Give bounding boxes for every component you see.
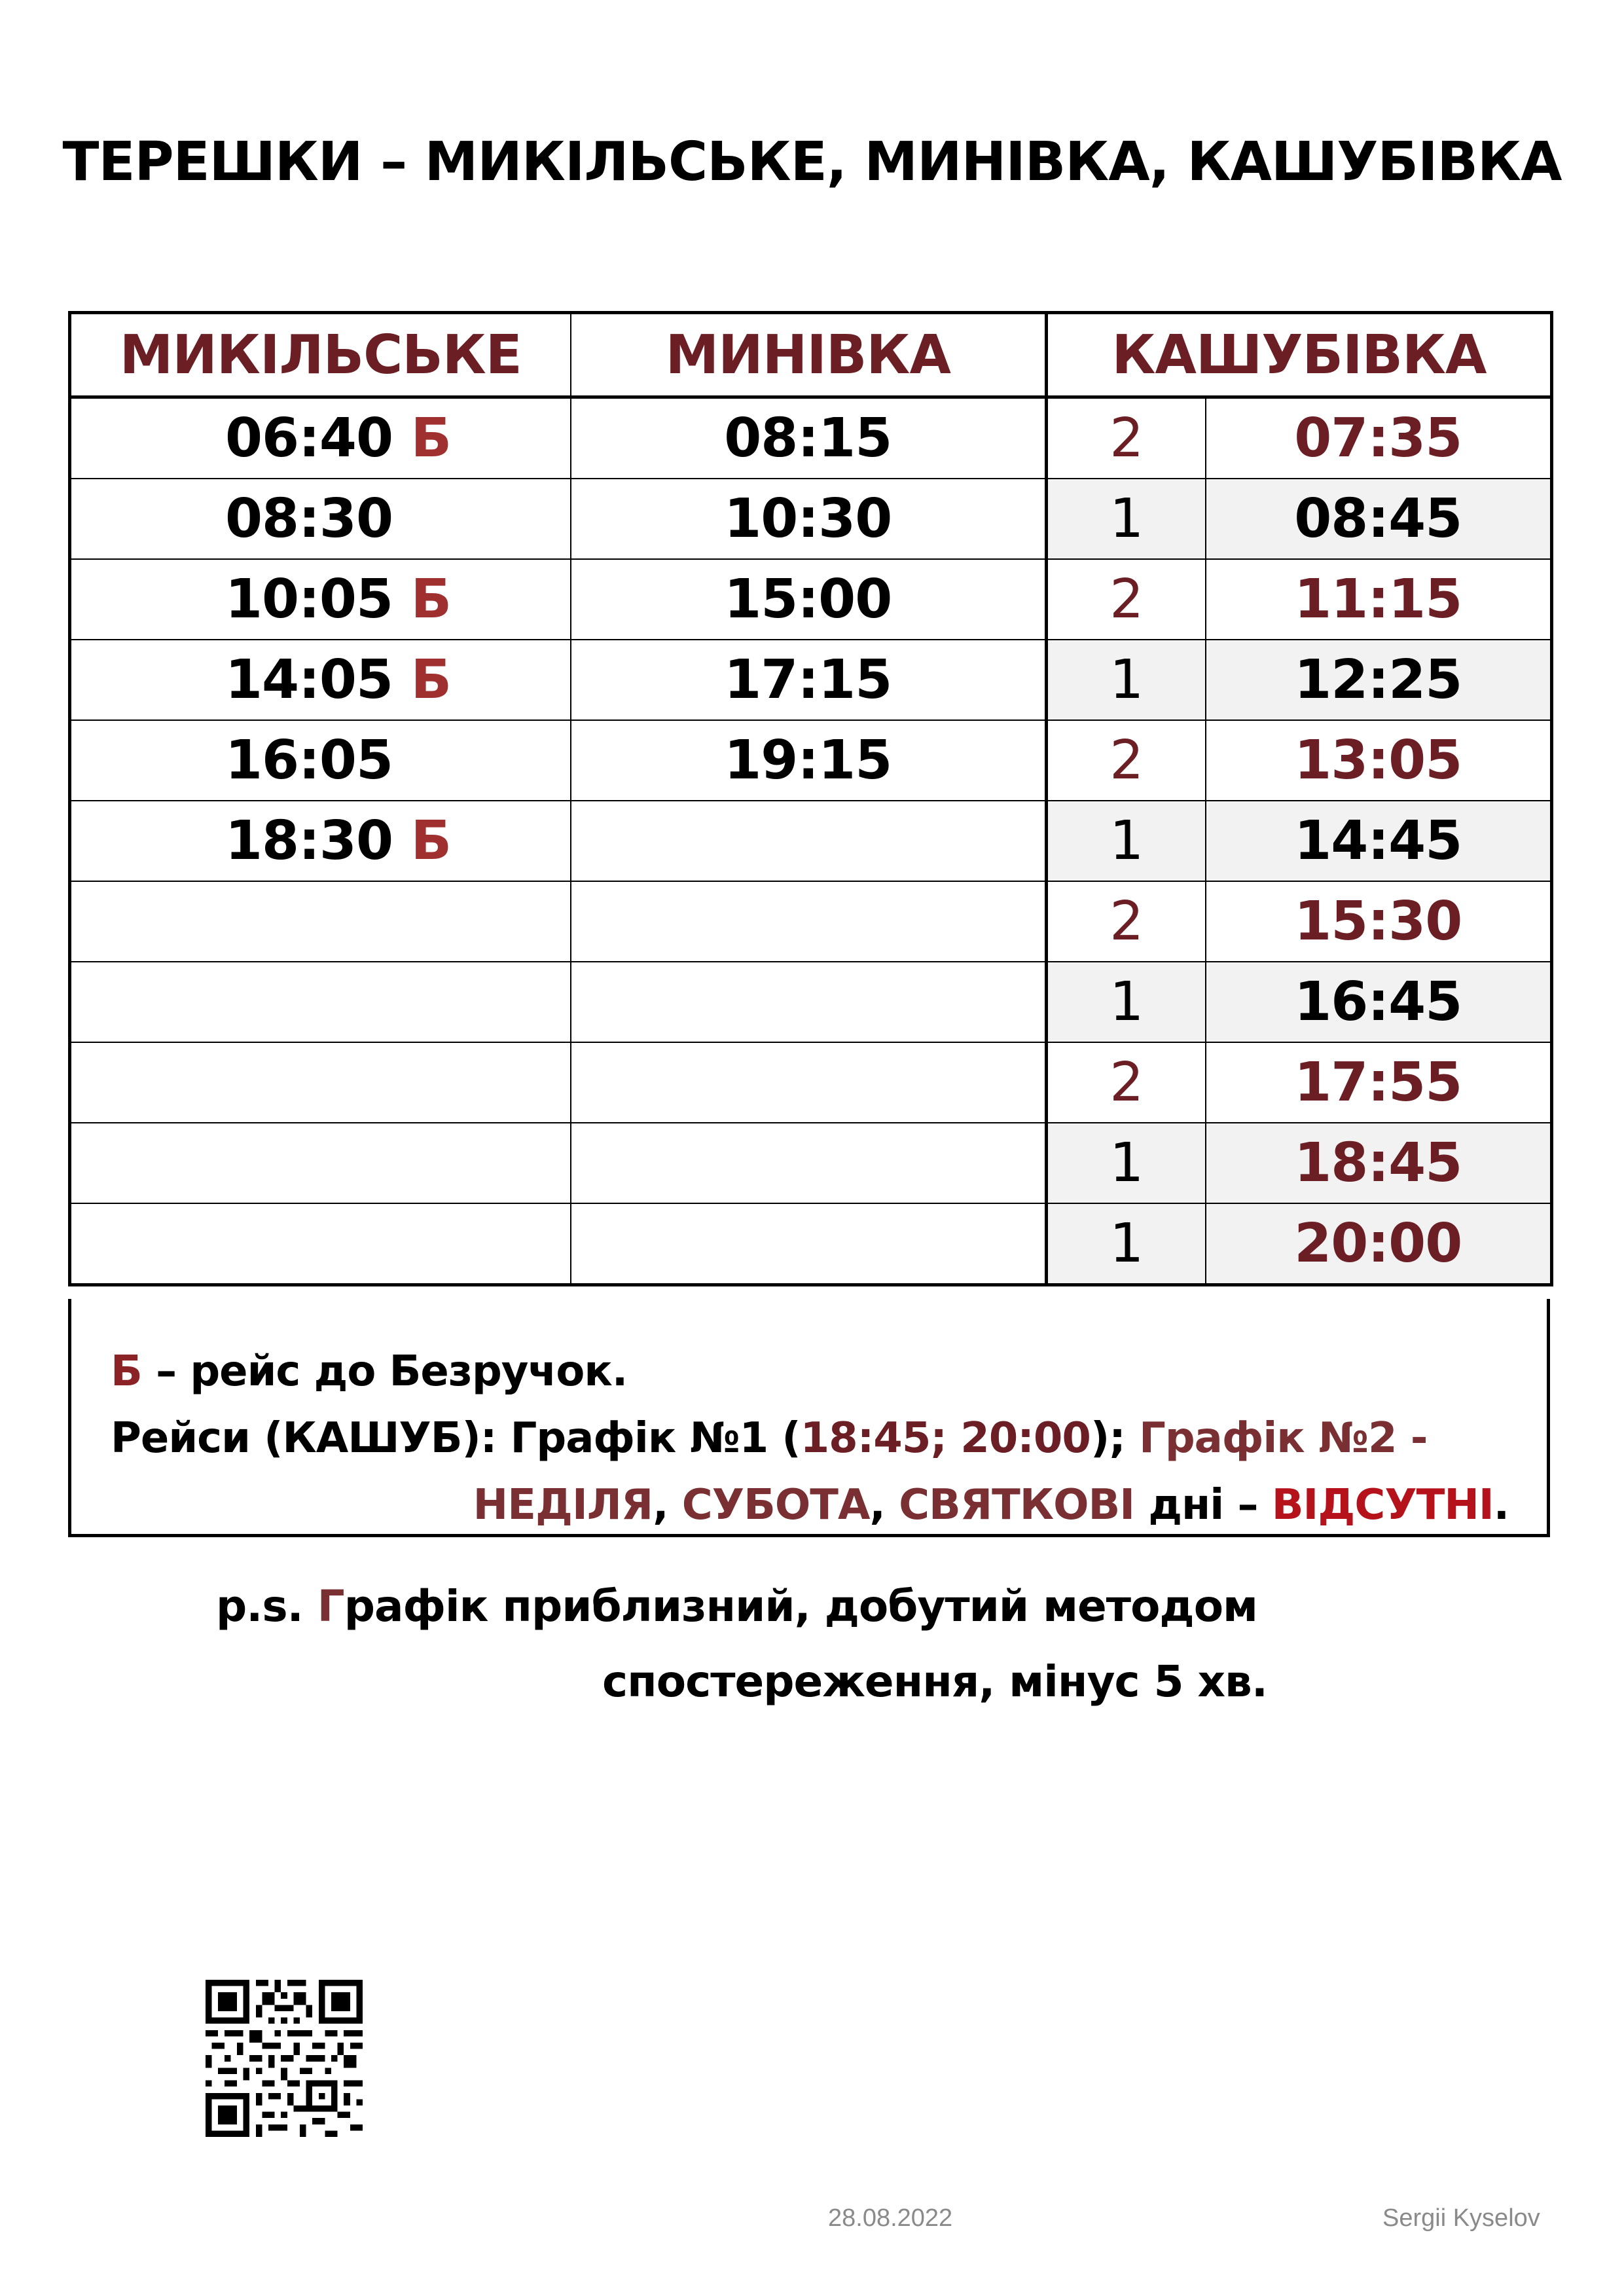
kashubivka-time: 07:35: [1204, 396, 1553, 479]
kashubivka-route: 1: [1045, 1122, 1206, 1204]
footer-date: 28.08.2022: [828, 2204, 953, 2232]
note-flag: Б: [111, 1347, 143, 1396]
column-header-mynivka: МИНІВКА: [569, 312, 1048, 399]
mynivka-time: [569, 800, 1048, 882]
mynivka-time: [569, 881, 1048, 962]
mynivka-time: 17:15: [569, 639, 1048, 721]
note-holiday: СВЯТКОВІ: [899, 1481, 1135, 1529]
note-dot: .: [1493, 1481, 1509, 1529]
table-row: 2 17:55: [69, 1042, 1553, 1123]
mynivka-time: [569, 1203, 1048, 1286]
note-days: дні –: [1134, 1481, 1272, 1529]
kashubivka-route: 2: [1045, 881, 1206, 962]
kashubivka-route: 1: [1045, 1203, 1206, 1286]
note-schedule-2: Графік №2 -: [1139, 1414, 1428, 1463]
mykilske-cell: 06:40 Б: [69, 396, 571, 479]
mykilske-cell: 14:05 Б: [69, 639, 571, 721]
kashubivka-time: 20:00: [1204, 1203, 1553, 1286]
bezruchky-flag: Б: [410, 810, 452, 872]
kashubivka-route: 1: [1045, 800, 1206, 882]
table-row: 14:05 Б 17:15 1 12:25: [69, 639, 1553, 721]
mykilske-cell: [69, 881, 571, 962]
mykilske-cell: 08:30: [69, 478, 571, 560]
mynivka-time: 15:00: [569, 558, 1048, 640]
ps-line-1: p.s. Графік приблизний, добутий методом: [216, 1581, 1258, 1631]
kashubivka-time: 14:45: [1204, 800, 1553, 882]
mykilske-cell: 16:05: [69, 720, 571, 801]
ps-line-2: спостереження, мінус 5 хв.: [602, 1656, 1268, 1707]
ps-line-1-text: рафік приблизний, добутий методом: [344, 1581, 1258, 1631]
mykilske-time: 16:05: [225, 729, 393, 792]
mynivka-time: [569, 1122, 1048, 1204]
mykilske-cell: [69, 1203, 571, 1286]
column-header-mykilske: МИКІЛЬСЬКЕ: [69, 312, 571, 399]
table-row: 16:05 19:15 2 13:05: [69, 720, 1553, 801]
table-row: 1 16:45: [69, 961, 1553, 1043]
bezruchky-flag: Б: [410, 407, 452, 469]
kashubivka-time: 18:45: [1204, 1122, 1553, 1204]
page-title: ТЕРЕШКИ – МИКІЛЬСЬКЕ, МИНІВКА, КАШУБІВКА: [62, 131, 1562, 193]
bezruchky-flag: Б: [410, 568, 452, 630]
table-row: 10:05 Б 15:00 2 11:15: [69, 558, 1553, 640]
note-schedule-mid: );: [1090, 1414, 1140, 1463]
kashubivka-route: 1: [1045, 478, 1206, 560]
table-row: 2 15:30: [69, 881, 1553, 962]
table-row: 06:40 Б 08:15 2 07:35: [69, 396, 1553, 479]
note-comma: ,: [653, 1481, 682, 1529]
kashubivka-route: 2: [1045, 396, 1206, 479]
note-saturday: СУБОТА: [681, 1481, 871, 1529]
table-row: 08:30 10:30 1 08:45: [69, 478, 1553, 560]
note-flag-text: – рейс до Безручок.: [141, 1347, 628, 1396]
note-kashubivka-schedules: Рейси (КАШУБ): Графік №1 (18:45; 20:00);…: [111, 1405, 1547, 1472]
qr-code-icon: [206, 1980, 363, 2137]
mykilske-time: 06:40: [225, 407, 393, 469]
kashubivka-time: 11:15: [1204, 558, 1553, 640]
footer-author: Sergii Kyselov: [1382, 2204, 1540, 2232]
mynivka-time: 10:30: [569, 478, 1048, 560]
column-header-kashubivka: КАШУБІВКА: [1045, 312, 1553, 399]
mykilske-time: 08:30: [225, 488, 393, 550]
mykilske-cell: [69, 1122, 571, 1204]
kashubivka-route: 2: [1045, 1042, 1206, 1123]
table-header-row: МИКІЛЬСЬКЕ МИНІВКА КАШУБІВКА: [69, 312, 1553, 399]
note-days-absent: НЕДІЛЯ, СУБОТА, СВЯТКОВІ дні – ВІДСУТНІ.: [473, 1472, 1509, 1539]
kashubivka-time: 17:55: [1204, 1042, 1553, 1123]
mynivka-time: 19:15: [569, 720, 1048, 801]
bezruchky-flag: Б: [410, 649, 452, 711]
table-row: 1 18:45: [69, 1122, 1553, 1204]
kashubivka-time: 08:45: [1204, 478, 1553, 560]
kashubivka-route: 1: [1045, 961, 1206, 1043]
mynivka-time: [569, 961, 1048, 1043]
mykilske-cell: 10:05 Б: [69, 558, 571, 640]
kashubivka-route: 2: [1045, 720, 1206, 801]
notes-box: Б – рейс до Безручок. Рейси (КАШУБ): Гра…: [68, 1299, 1550, 1537]
note-comma: ,: [869, 1481, 899, 1529]
mykilske-time: 14:05: [225, 649, 393, 711]
kashubivka-time: 12:25: [1204, 639, 1553, 721]
kashubivka-time: 16:45: [1204, 961, 1553, 1043]
table-row: 18:30 Б 1 14:45: [69, 800, 1553, 882]
note-absent: ВІДСУТНІ: [1271, 1481, 1494, 1529]
mykilske-cell: [69, 961, 571, 1043]
mykilske-cell: [69, 1042, 571, 1123]
note-schedule-prefix: Рейси (КАШУБ): Графік №1 (: [111, 1414, 801, 1463]
ps-g-letter: Г: [317, 1581, 345, 1631]
note-sunday: НЕДІЛЯ: [473, 1481, 654, 1529]
kashubivka-time: 15:30: [1204, 881, 1553, 962]
mynivka-time: [569, 1042, 1048, 1123]
ps-prefix: p.s.: [216, 1581, 317, 1631]
kashubivka-time: 13:05: [1204, 720, 1553, 801]
note-bezruchky: Б – рейс до Безручок.: [111, 1338, 1547, 1405]
mykilske-time: 10:05: [225, 568, 393, 630]
table-row: 1 20:00: [69, 1203, 1553, 1286]
mynivka-time: 08:15: [569, 396, 1048, 479]
kashubivka-route: 1: [1045, 639, 1206, 721]
schedule-table: МИКІЛЬСЬКЕ МИНІВКА КАШУБІВКА 06:40 Б 08:…: [68, 311, 1554, 1286]
mykilske-time: 18:30: [225, 810, 393, 872]
kashubivka-route: 2: [1045, 558, 1206, 640]
mykilske-cell: 18:30 Б: [69, 800, 571, 882]
note-schedule-times: 18:45; 20:00: [800, 1414, 1091, 1463]
